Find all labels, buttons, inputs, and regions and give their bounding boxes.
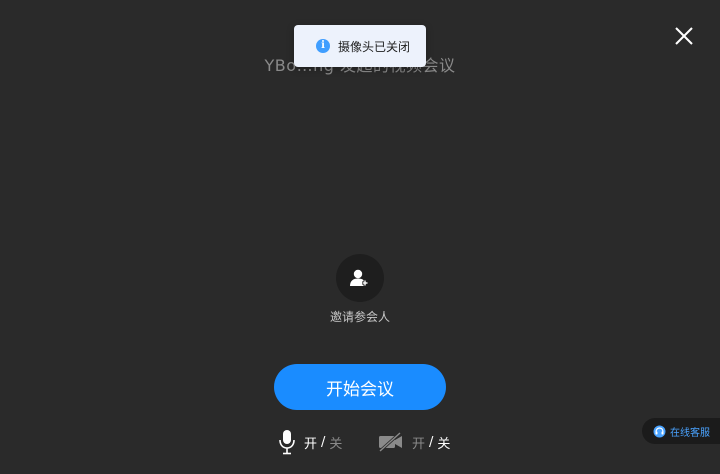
start-meeting-button[interactable]: 开始会议 — [274, 364, 446, 410]
toast-message: 摄像头已关闭 — [338, 39, 411, 54]
microphone-icon — [279, 430, 295, 455]
camera-off-toast: i 摄像头已关闭 — [294, 25, 426, 67]
microphone-separator: / — [321, 434, 326, 450]
camera-toggle[interactable]: 开 / 关 — [378, 428, 450, 456]
close-icon — [675, 27, 693, 45]
invite-participants-button[interactable] — [336, 254, 384, 302]
online-support-button[interactable]: 在线客服 — [642, 418, 720, 444]
headset-icon — [653, 425, 666, 437]
camera-off-icon — [378, 432, 402, 452]
camera-on-option[interactable]: 开 — [412, 433, 425, 452]
microphone-on-option[interactable]: 开 — [304, 433, 317, 452]
camera-off-option[interactable]: 关 — [437, 433, 450, 452]
video-meeting-page: YBo…ng 发起的视频会议 i 摄像头已关闭 邀请参会人 开始会议 — [0, 0, 720, 474]
microphone-toggle[interactable]: 开 / 关 — [278, 428, 342, 456]
close-button[interactable] — [670, 22, 698, 50]
add-user-icon — [350, 269, 368, 286]
online-support-label: 在线客服 — [670, 427, 710, 439]
microphone-off-option[interactable]: 关 — [329, 433, 342, 452]
camera-separator: / — [429, 434, 434, 450]
invite-section: 邀请参会人 — [0, 254, 720, 325]
info-icon: i — [316, 39, 330, 53]
invite-participants-label: 邀请参会人 — [329, 310, 390, 324]
